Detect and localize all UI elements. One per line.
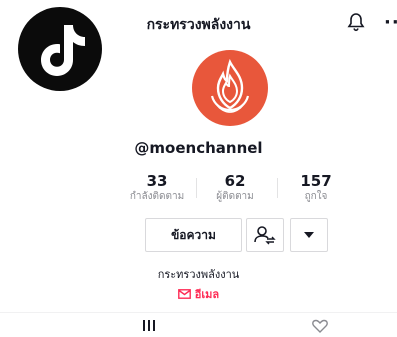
dropdown-arrow-icon: [304, 232, 314, 238]
stat-followers[interactable]: 62 ผู้ติดตาม: [190, 172, 280, 204]
email-link[interactable]: อีเมล: [0, 285, 397, 303]
follow-user-button[interactable]: [246, 218, 284, 252]
email-label: อีเมล: [194, 288, 220, 301]
stats-divider: [277, 178, 278, 198]
stats-divider: [196, 178, 197, 198]
grid-icon[interactable]: [142, 317, 156, 336]
stat-following[interactable]: 33 กำลังติดตาม: [112, 172, 202, 204]
stats-row: 33 กำลังติดตาม 62 ผู้ติดตาม 157 ถูกใจ: [0, 172, 397, 208]
page-title: กระทรวงพลังงาน: [146, 17, 251, 33]
likes-count: 157: [300, 172, 332, 190]
following-label: กำลังติดตาม: [129, 191, 185, 202]
flame-logo-icon: [210, 58, 250, 113]
dropdown-button[interactable]: [290, 218, 328, 252]
username: @moenchannel: [134, 139, 263, 157]
follow-user-icon: [254, 226, 276, 245]
bio-name: กระทรวงพลังงาน: [157, 268, 240, 281]
bell-icon[interactable]: [347, 12, 365, 32]
avatar[interactable]: [192, 50, 268, 126]
followers-count: 62: [224, 172, 246, 190]
more-icon[interactable]: ··: [384, 12, 397, 33]
tab-bar: [0, 312, 397, 336]
followers-label: ผู้ติดตาม: [216, 191, 254, 202]
stat-likes[interactable]: 157 ถูกใจ: [271, 172, 361, 204]
following-count: 33: [146, 172, 168, 190]
mail-icon: [177, 289, 191, 299]
likes-label: ถูกใจ: [304, 191, 328, 202]
message-button[interactable]: ข้อความ: [145, 218, 242, 252]
liked-icon[interactable]: [312, 318, 328, 337]
